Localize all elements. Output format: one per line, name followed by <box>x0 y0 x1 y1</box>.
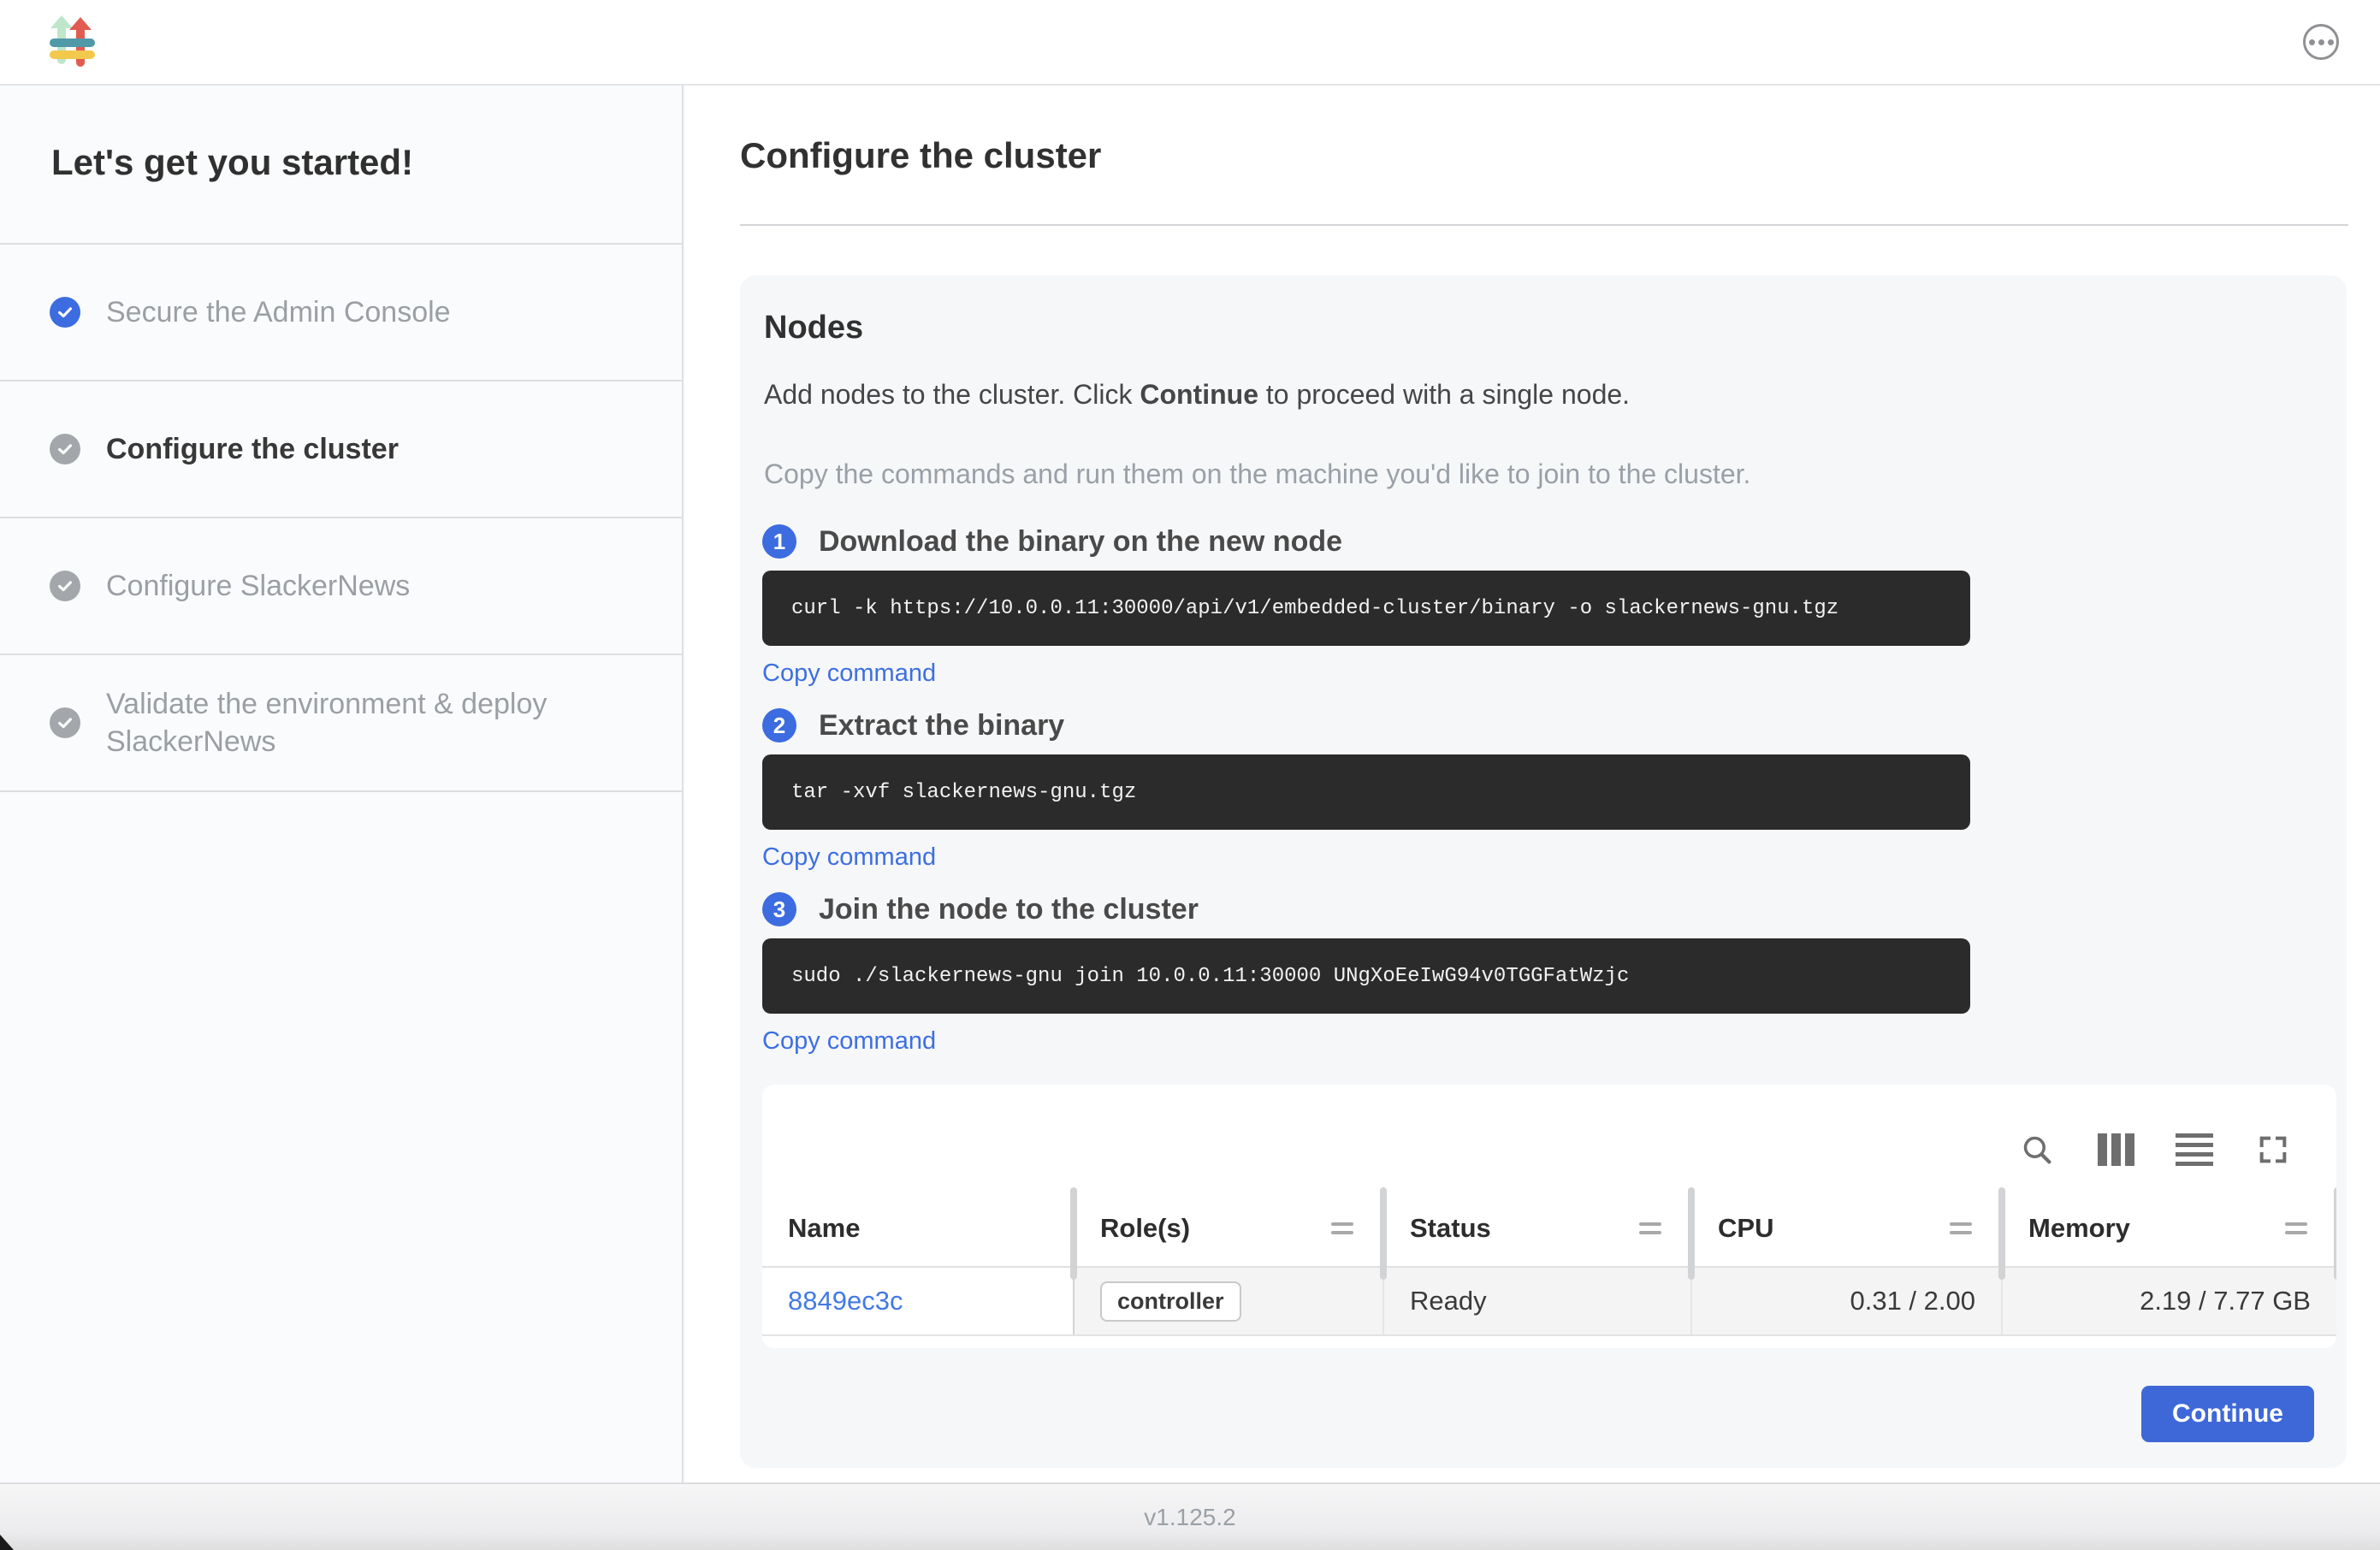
sidebar-step-label: Configure SlackerNews <box>106 567 410 605</box>
step-2-command-block: tar -xvf slackernews-gnu.tgz <box>762 754 1970 830</box>
ellipsis-icon <box>2309 39 2315 45</box>
logo-yellow-bar <box>50 50 95 59</box>
column-header-name[interactable]: Name <box>762 1191 1075 1266</box>
column-header-cpu[interactable]: CPU <box>1692 1191 2003 1266</box>
column-header-memory[interactable]: Memory <box>2003 1191 2336 1266</box>
version-label: v1.125.2 <box>1144 1504 1235 1531</box>
table-toolbar <box>762 1085 2336 1191</box>
column-header-roles[interactable]: Role(s) <box>1075 1191 1384 1266</box>
check-circle-icon <box>50 707 80 738</box>
slackernews-logo-icon <box>50 15 96 68</box>
join-instruction-text: Copy the commands and run them on the ma… <box>764 458 2323 490</box>
step-3-title: Join the node to the cluster <box>819 893 1199 926</box>
card-actions: Continue <box>762 1386 2324 1442</box>
step-1-command-block: curl -k https://10.0.0.11:30000/api/v1/e… <box>762 571 1970 646</box>
mouse-cursor <box>0 1535 14 1550</box>
main-panel: Configure the cluster Nodes Add nodes to… <box>684 86 2380 1482</box>
continue-emphasis: Continue <box>1140 379 1258 410</box>
column-resize-handle[interactable] <box>1380 1187 1387 1280</box>
column-menu-icon[interactable] <box>1331 1222 1353 1234</box>
title-divider <box>740 224 2348 226</box>
sidebar-step-configure-cluster[interactable]: Configure the cluster <box>0 382 682 518</box>
logo-teal-bar <box>50 38 95 47</box>
footer-bar: v1.125.2 <box>0 1482 2380 1550</box>
column-resize-handle[interactable] <box>1070 1187 1077 1280</box>
node-name-cell: 8849ec3c <box>762 1268 1075 1334</box>
top-header-bar <box>0 0 2380 86</box>
sidebar-step-label: Secure the Admin Console <box>106 293 451 331</box>
node-memory-cell: 2.19 / 7.77 GB <box>2003 1268 2336 1334</box>
role-chip: controller <box>1100 1281 1241 1322</box>
sidebar-step-secure-admin-console[interactable]: Secure the Admin Console <box>0 245 682 382</box>
check-circle-icon <box>50 571 80 601</box>
column-resize-handle[interactable] <box>1998 1187 2005 1280</box>
column-menu-icon[interactable] <box>1639 1222 1661 1234</box>
sidebar-step-validate-deploy[interactable]: Validate the environment & deploy Slacke… <box>0 655 682 792</box>
node-cpu-cell: 0.31 / 2.00 <box>1692 1268 2003 1334</box>
sidebar-step-label: Configure the cluster <box>106 430 399 468</box>
search-icon[interactable] <box>2018 1131 2056 1168</box>
table-header-row: Name Role(s) Status <box>762 1191 2336 1268</box>
page-title: Configure the cluster <box>740 135 2380 176</box>
column-resize-handle[interactable] <box>1688 1187 1695 1280</box>
nodes-table-panel: Name Role(s) Status <box>762 1085 2336 1348</box>
node-table-row: 8849ec3c controller Ready 0.31 / 2.00 2.… <box>762 1268 2336 1336</box>
step-1-number-badge: 1 <box>762 524 796 559</box>
step-1-title: Download the binary on the new node <box>819 525 1342 559</box>
sidebar-step-configure-slackernews[interactable]: Configure SlackerNews <box>0 518 682 655</box>
columns-icon[interactable] <box>2097 1131 2134 1168</box>
setup-steps-sidebar: Let's get you started! Secure the Admin … <box>0 86 684 1482</box>
nodes-card: Nodes Add nodes to the cluster. Click Co… <box>740 275 2347 1468</box>
admin-console-page: Let's get you started! Secure the Admin … <box>0 0 2380 1550</box>
logo-red-arrow-head <box>69 17 92 30</box>
step-2-copy-command-link[interactable]: Copy command <box>762 843 936 872</box>
step-1-copy-command-link[interactable]: Copy command <box>762 660 936 688</box>
table-footer-spacer <box>762 1336 2336 1348</box>
node-roles-cell: controller <box>1075 1268 1384 1334</box>
node-name-link[interactable]: 8849ec3c <box>788 1286 903 1316</box>
step-1-heading: 1 Download the binary on the new node <box>762 524 2324 559</box>
step-3-number-badge: 3 <box>762 892 796 926</box>
nodes-intro-text: Add nodes to the cluster. Click Continue… <box>764 379 2323 411</box>
nodes-heading: Nodes <box>764 310 2323 346</box>
node-status-cell: Ready <box>1384 1268 1692 1334</box>
step-2-number-badge: 2 <box>762 708 796 742</box>
fullscreen-icon[interactable] <box>2254 1131 2292 1168</box>
continue-button[interactable]: Continue <box>2141 1386 2314 1442</box>
check-circle-icon <box>50 297 80 328</box>
column-header-status[interactable]: Status <box>1384 1191 1692 1266</box>
check-circle-icon <box>50 434 80 464</box>
sidebar-step-label: Validate the environment & deploy Slacke… <box>106 685 634 760</box>
step-3-heading: 3 Join the node to the cluster <box>762 892 2324 926</box>
density-icon[interactable] <box>2176 1131 2213 1168</box>
step-2-title: Extract the binary <box>819 709 1064 742</box>
step-3-command-block: sudo ./slackernews-gnu join 10.0.0.11:30… <box>762 938 1970 1014</box>
step-3-copy-command-link[interactable]: Copy command <box>762 1027 936 1056</box>
column-resize-handle[interactable] <box>2334 1187 2336 1280</box>
content-area: Let's get you started! Secure the Admin … <box>0 86 2380 1482</box>
column-menu-icon[interactable] <box>2285 1222 2307 1234</box>
column-menu-icon[interactable] <box>1950 1222 1972 1234</box>
sidebar-title: Let's get you started! <box>0 86 682 245</box>
more-options-button[interactable] <box>2303 24 2339 60</box>
step-2-heading: 2 Extract the binary <box>762 708 2324 742</box>
